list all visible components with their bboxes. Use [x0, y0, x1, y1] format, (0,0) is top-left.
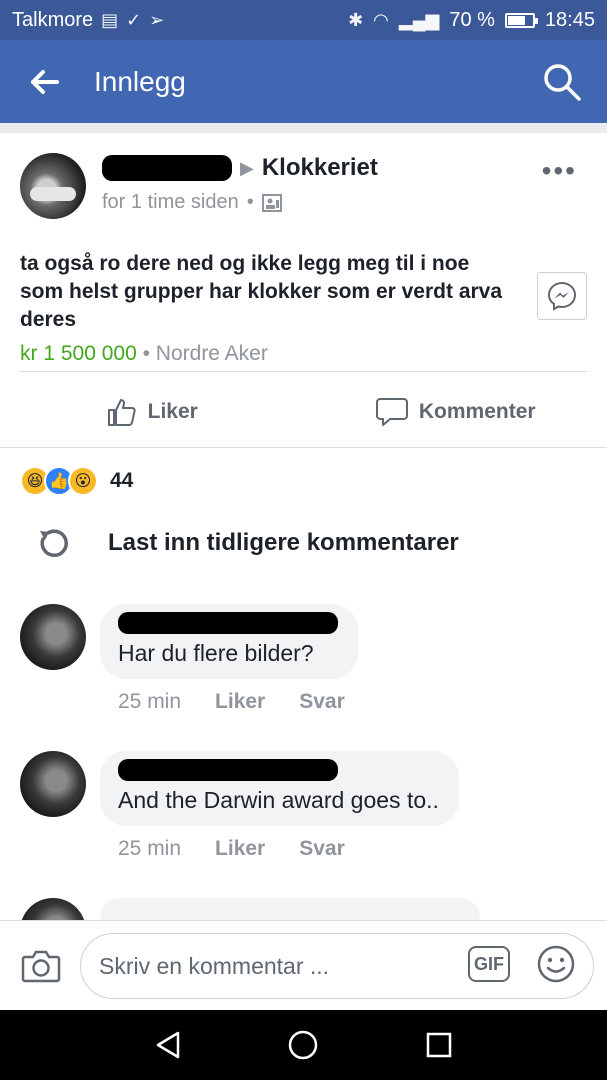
battery-level	[507, 15, 525, 25]
circle-home-icon	[289, 1030, 318, 1060]
comment-text: And the Darwin award goes to..	[118, 787, 439, 813]
wow-reaction-icon: 😮	[68, 466, 98, 496]
price-line: kr 1 500 000 • Nordre Aker	[20, 342, 587, 366]
post-meta: for 1 time siden •	[102, 191, 282, 214]
commenter-avatar[interactable]	[20, 898, 86, 920]
camera-icon	[21, 950, 61, 983]
comment-label: Kommenter	[418, 400, 536, 423]
check-icon: ✓	[126, 9, 142, 30]
smiley-icon	[537, 945, 575, 983]
load-previous-comments[interactable]: Last inn tidligere kommentarer	[36, 525, 459, 561]
caret-right-icon: ▶	[240, 157, 254, 178]
reactions-summary[interactable]: 😆 👍 😮 44	[20, 466, 133, 496]
app-bar: Innlegg	[0, 40, 607, 123]
author-avatar[interactable]	[20, 153, 86, 219]
post-time[interactable]: for 1 time siden	[102, 191, 239, 214]
load-previous-label: Last inn tidligere kommentarer	[108, 529, 459, 556]
comment-like-button[interactable]: Liker	[215, 690, 265, 714]
like-button[interactable]: Liker	[0, 378, 304, 446]
comment-placeholder: Skriv en kommentar ...	[99, 952, 330, 979]
post-separator	[20, 371, 587, 372]
post-actions: Liker Kommenter	[0, 378, 607, 446]
gif-button[interactable]: GIF	[468, 946, 510, 982]
comment-actions: 25 min Liker Svar	[118, 837, 345, 861]
author-name-redacted[interactable]	[102, 155, 232, 181]
comment-like-button[interactable]: Liker	[215, 837, 265, 861]
nav-back-button[interactable]	[148, 1025, 188, 1065]
signal-icon: ▂▄▆	[398, 9, 440, 30]
comment-text: Har du flere bilder?	[118, 640, 314, 666]
comment-button[interactable]: Kommenter	[304, 378, 607, 446]
search-button[interactable]	[537, 57, 587, 107]
clock: 18:45	[544, 8, 595, 31]
nav-recents-button[interactable]	[419, 1025, 459, 1065]
like-label: Liker	[147, 400, 198, 423]
arrow-left-icon	[31, 69, 59, 94]
messenger-button[interactable]	[537, 272, 587, 320]
battery-percent: 70 %	[449, 8, 495, 31]
triangle-back-icon	[156, 1031, 180, 1059]
comment-reply-button[interactable]: Svar	[299, 837, 345, 861]
post-header: ▶ Klokkeriet for 1 time siden • •••	[0, 133, 607, 228]
commenter-name-redacted[interactable]	[118, 759, 338, 781]
feed-divider	[0, 123, 607, 133]
back-button[interactable]	[20, 58, 68, 106]
nav-home-button[interactable]	[283, 1025, 323, 1065]
price: kr 1 500 000	[20, 342, 137, 365]
battery-icon	[504, 12, 538, 28]
wifi-icon: ◠	[373, 9, 389, 30]
refresh-icon	[40, 529, 68, 557]
location: Nordre Aker	[155, 342, 268, 365]
dot-separator: •	[246, 191, 254, 213]
commenter-avatar[interactable]	[20, 604, 86, 670]
sim-icon: ▤	[101, 9, 119, 30]
thumbs-up-icon	[107, 399, 136, 426]
comment-input[interactable]: Skriv en kommentar ...	[80, 933, 594, 999]
messenger-icon	[547, 281, 577, 311]
comment-bubble[interactable]	[100, 898, 480, 920]
actions-divider	[0, 447, 607, 448]
comment-time: 25 min	[118, 690, 182, 713]
commenter-avatar[interactable]	[20, 751, 86, 817]
comment-time: 25 min	[118, 837, 182, 860]
comment-reply-button[interactable]: Svar	[299, 690, 345, 714]
author-line: ▶ Klokkeriet	[102, 153, 378, 183]
post-text: ta også ro dere ned og ikke legg meg til…	[20, 252, 503, 331]
dot-separator: •	[142, 342, 156, 365]
reaction-count: 44	[110, 469, 134, 492]
status-bar: Talkmore ▤ ✓ ➢ ✱ ◠ ▂▄▆ 70 % 18:45	[0, 0, 607, 40]
comment-bubble[interactable]: And the Darwin award goes to..	[100, 751, 459, 826]
page-title: Innlegg	[94, 65, 186, 97]
bluetooth-icon: ✱	[348, 9, 364, 30]
more-options-icon[interactable]: •••	[542, 155, 577, 187]
emoji-button[interactable]	[536, 944, 576, 984]
send-icon: ➢	[149, 9, 165, 30]
comment-icon	[375, 398, 408, 426]
camera-button[interactable]	[18, 943, 64, 989]
comment-actions: 25 min Liker Svar	[118, 690, 345, 714]
group-privacy-icon	[261, 193, 282, 212]
comment-partial	[20, 898, 590, 920]
carrier-label: Talkmore	[12, 8, 94, 31]
search-icon	[544, 63, 581, 101]
comment-bubble[interactable]: Har du flere bilder?	[100, 604, 358, 679]
comment-composer: Skriv en kommentar ...	[0, 920, 607, 1010]
square-recents-icon	[426, 1032, 452, 1058]
commenter-name-redacted[interactable]	[118, 612, 338, 634]
post-body: ta også ro dere ned og ikke legg meg til…	[0, 250, 607, 366]
system-nav-bar	[0, 1010, 607, 1080]
post: ▶ Klokkeriet for 1 time siden • ••• ta o…	[0, 133, 607, 426]
group-name[interactable]: Klokkeriet	[262, 154, 378, 182]
